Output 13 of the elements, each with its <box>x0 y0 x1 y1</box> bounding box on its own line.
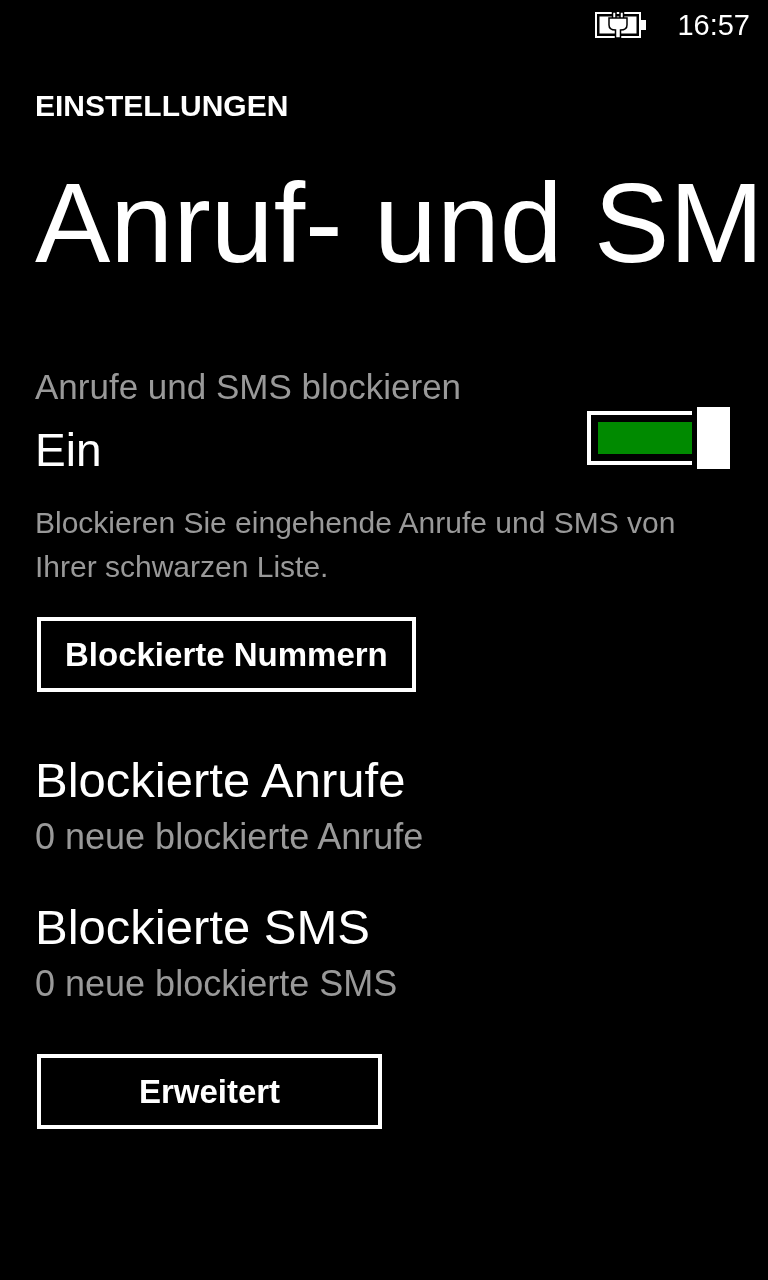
page-title: Anruf- und SM <box>35 167 764 280</box>
setting-value: Ein <box>35 427 102 473</box>
app-title: EINSTELLUNGEN <box>35 91 289 121</box>
advanced-button[interactable]: Erweitert <box>37 1054 382 1129</box>
setting-description: Blockieren Sie eingehende Anrufe und SMS von Ihrer schwarzen Liste. <box>35 505 677 585</box>
section-title[interactable]: Blockierte Anrufe <box>35 756 406 805</box>
toggle-switch[interactable] <box>587 407 730 469</box>
section-title[interactable]: Blockierte SMS <box>35 903 370 952</box>
blocked-numbers-button[interactable]: Blockierte Nummern <box>37 617 416 692</box>
setting-label: Anrufe und SMS blockieren <box>35 369 462 404</box>
clock-time: 16:57 <box>677 10 750 40</box>
section-subtitle: 0 neue blockierte Anrufe <box>35 819 424 855</box>
section-subtitle: 0 neue blockierte SMS <box>35 966 398 1002</box>
